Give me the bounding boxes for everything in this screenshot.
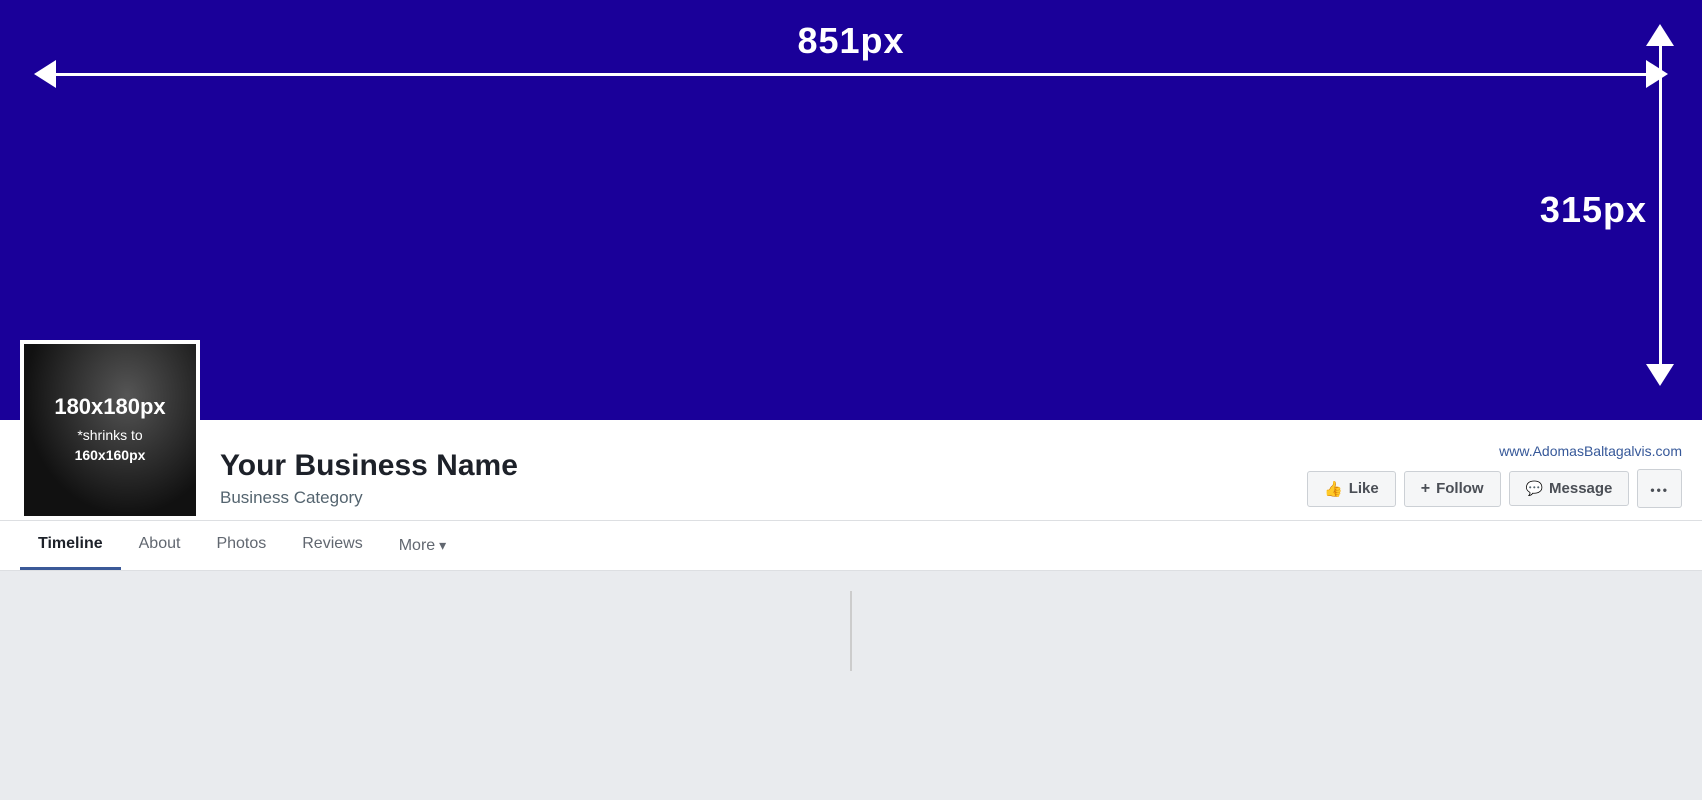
tab-reviews[interactable]: Reviews: [284, 521, 380, 570]
thumbs-up-icon: [1324, 480, 1343, 498]
dimension-overlay: 851px 315px: [0, 0, 1702, 420]
business-category: Business Category: [220, 488, 1307, 508]
message-label: Message: [1549, 480, 1612, 497]
action-buttons: Like Follow Message: [1307, 469, 1682, 508]
profile-picture-wrapper: 180x180px *shrinks to 160x160px: [20, 340, 200, 520]
cover-photo: 851px 315px: [0, 0, 1702, 420]
follow-button[interactable]: Follow: [1404, 471, 1501, 507]
more-label: More: [399, 537, 435, 555]
message-icon: [1526, 480, 1543, 497]
horizontal-arrow: [20, 60, 1682, 88]
profile-pic-shrink-label: *shrinks to 160x160px: [75, 426, 146, 465]
follow-label: Follow: [1436, 480, 1484, 497]
width-label: 851px: [797, 20, 904, 62]
tab-photos[interactable]: Photos: [198, 521, 284, 570]
website-link[interactable]: www.AdomasBaltagalvis.com: [1499, 443, 1682, 459]
tab-about[interactable]: About: [121, 521, 199, 570]
profile-content: 180x180px *shrinks to 160x160px Your Bus…: [0, 420, 1702, 520]
more-options-button[interactable]: [1637, 469, 1682, 508]
ellipsis-icon: [1650, 478, 1669, 499]
message-button[interactable]: Message: [1509, 471, 1630, 506]
bottom-divider: [850, 591, 852, 671]
chevron-down-icon: [439, 537, 446, 555]
profile-section: 180x180px *shrinks to 160x160px Your Bus…: [0, 420, 1702, 571]
nav-tabs: Timeline About Photos Reviews More: [0, 520, 1702, 570]
tab-more[interactable]: More: [381, 523, 464, 569]
vertical-arrow: [1646, 10, 1674, 400]
like-label: Like: [1349, 480, 1379, 497]
action-area: www.AdomasBaltagalvis.com Like Follow Me…: [1307, 443, 1682, 520]
arrow-down-head: [1646, 364, 1674, 400]
profile-picture: 180x180px *shrinks to 160x160px: [20, 340, 200, 520]
arrow-vertical-line: [1659, 46, 1662, 364]
plus-icon: [1421, 480, 1430, 498]
arrow-up-head: [1646, 10, 1674, 46]
business-info: Your Business Name Business Category: [220, 438, 1307, 520]
arrow-right-head: [1646, 60, 1682, 88]
tab-timeline[interactable]: Timeline: [20, 521, 121, 570]
bottom-area: [0, 571, 1702, 691]
arrow-left-head: [20, 60, 56, 88]
page-wrapper: 851px 315px 180x180px *shrinks to 160x16…: [0, 0, 1702, 691]
like-button[interactable]: Like: [1307, 471, 1396, 507]
arrow-horizontal-line: [56, 73, 1646, 76]
height-label: 315px: [1540, 189, 1647, 231]
profile-pic-size-label: 180x180px: [54, 394, 165, 420]
business-name: Your Business Name: [220, 448, 1307, 484]
